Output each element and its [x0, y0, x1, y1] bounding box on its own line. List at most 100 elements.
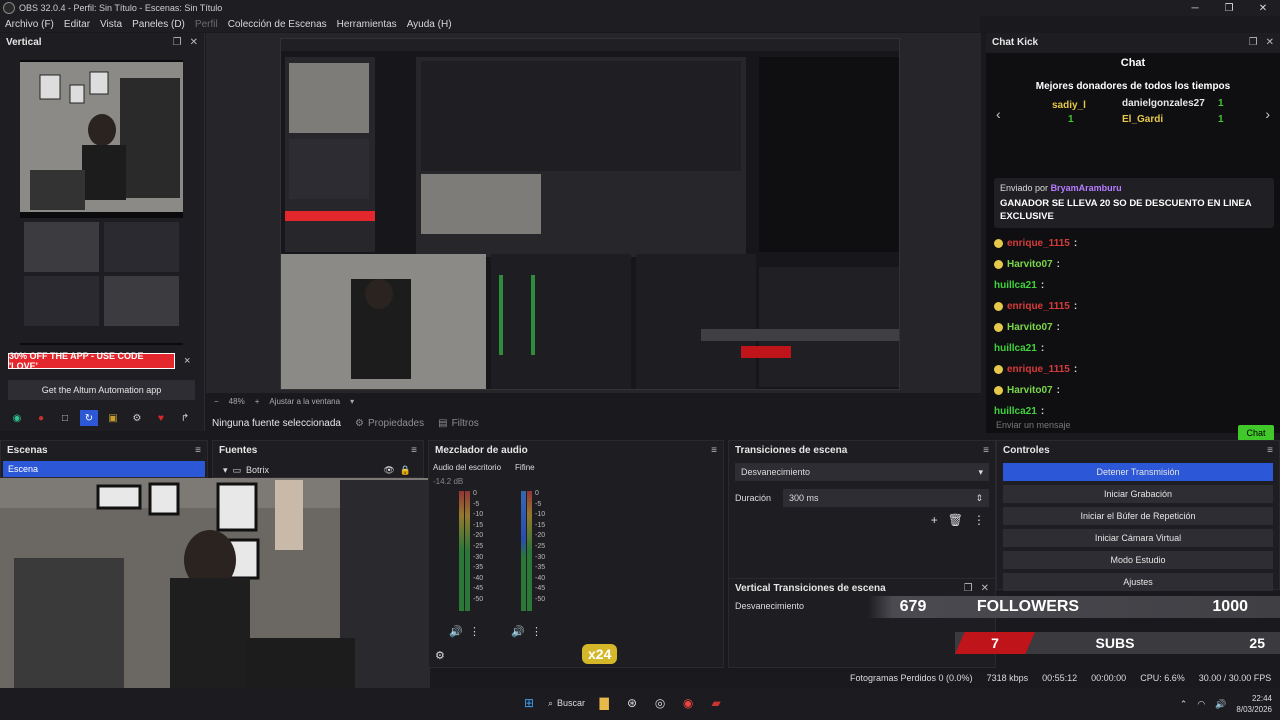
chat-user[interactable]: huillca21	[994, 280, 1037, 291]
record-icon[interactable]: ●	[32, 410, 50, 426]
chat-user[interactable]: Harvito07	[1007, 259, 1053, 270]
menu-coleccion[interactable]: Colección de Escenas	[223, 19, 332, 30]
promo-banner[interactable]: 30% OFF THE APP - USE CODE 'LOVE'	[8, 351, 175, 371]
chat-send-button[interactable]: Chat	[1238, 425, 1274, 441]
chat-user[interactable]: huillca21	[994, 343, 1037, 354]
chevron-right-icon[interactable]: ›	[1265, 106, 1270, 122]
transition-value: Desvanecimiento	[741, 467, 811, 477]
float-icon[interactable]: ❐	[964, 583, 973, 594]
stream-icon[interactable]: ◉	[8, 410, 26, 426]
chat-text: :	[1040, 343, 1045, 354]
volume-icon[interactable]: 🔊	[1215, 699, 1226, 710]
replay-buffer-button[interactable]: Iniciar el Búfer de Repetición	[1003, 507, 1273, 525]
menu-editar[interactable]: Editar	[59, 19, 95, 30]
chevron-down-icon[interactable]: ▾	[350, 397, 354, 406]
virtual-camera-button[interactable]: Iniciar Cámara Virtual	[1003, 529, 1273, 547]
obs-icon[interactable]: ◎	[651, 694, 669, 712]
chat-user[interactable]: Harvito07	[1007, 322, 1053, 333]
scenes-dock: Escenas ≡ Escena	[0, 440, 208, 478]
vertical-preview[interactable]	[20, 60, 183, 345]
kebab-icon[interactable]: ⋮	[973, 513, 985, 527]
menu-icon[interactable]: ≡	[195, 445, 201, 456]
stop-stream-button[interactable]: Detener Transmisión	[1003, 463, 1273, 481]
maximize-icon[interactable]: ❐	[1212, 0, 1246, 16]
windows-start-icon[interactable]: ⊞	[520, 694, 538, 712]
properties-button[interactable]: ⚙ Propiedades	[355, 418, 424, 429]
zoom-in-icon[interactable]: +	[255, 397, 260, 406]
speaker-icon[interactable]: 🔊	[511, 625, 525, 638]
chat-user[interactable]: enrique_1115	[1007, 301, 1070, 312]
search-label: Buscar	[557, 698, 586, 708]
clock[interactable]: 22:44 8/03/2026	[1236, 693, 1272, 715]
float-icon[interactable]: ❐	[173, 37, 182, 48]
vtransition-value[interactable]: Desvanecimiento	[735, 601, 804, 611]
fit-label[interactable]: Ajustar a la ventana	[269, 397, 340, 406]
menu-icon[interactable]: ≡	[983, 445, 989, 456]
zoom-out-icon[interactable]: −	[214, 397, 219, 406]
donor-2-count: 1	[1218, 98, 1224, 109]
close-dock-icon[interactable]: ✕	[981, 583, 989, 594]
app-icon[interactable]: ▰	[707, 694, 725, 712]
badge-icon	[994, 302, 1003, 311]
chat-user[interactable]: huillca21	[994, 406, 1037, 417]
chatgpt-icon[interactable]: ⊛	[623, 694, 641, 712]
chat-input[interactable]: Enviar un mensaje	[996, 420, 1136, 436]
menu-icon[interactable]: ≡	[411, 445, 417, 456]
wifi-icon[interactable]: ◠	[1197, 699, 1205, 710]
menu-icon[interactable]: ≡	[1267, 445, 1273, 456]
source-item[interactable]: ▾ ▭ Botrix 👁 🔒	[213, 462, 423, 478]
gear-icon[interactable]: ⚙	[435, 649, 445, 662]
chevron-left-icon[interactable]: ‹	[996, 106, 1001, 122]
main-preview[interactable]	[206, 33, 981, 393]
menu-paneles[interactable]: Paneles (D)	[127, 19, 190, 30]
scene-item[interactable]: Escena	[3, 461, 205, 477]
menu-archivo[interactable]: Archivo (F)	[0, 19, 59, 30]
eye-icon[interactable]: 👁	[383, 465, 394, 476]
replay-icon[interactable]: ↻	[80, 410, 98, 426]
close-dock-icon[interactable]: ✕	[1266, 37, 1274, 48]
add-icon[interactable]: +	[931, 513, 938, 527]
title-bar: OBS 32.0.4 - Perfil: Sin Título - Escena…	[0, 0, 1280, 16]
menu-bar: Archivo (F) Editar Vista Paneles (D) Per…	[0, 16, 980, 32]
start-recording-button[interactable]: Iniciar Grabación	[1003, 485, 1273, 503]
search-button[interactable]: ⌕ Buscar	[548, 698, 585, 709]
lock-icon[interactable]: 🔒	[400, 465, 411, 476]
promo-close-icon[interactable]: ×	[184, 355, 190, 367]
filters-button[interactable]: ▤ Filtros	[438, 418, 479, 429]
chat-user[interactable]: enrique_1115	[1007, 238, 1070, 249]
menu-herramientas[interactable]: Herramientas	[332, 19, 402, 30]
speaker-icon[interactable]: 🔊	[449, 625, 463, 638]
menu-vista[interactable]: Vista	[95, 19, 127, 30]
dropdown-icon[interactable]: ↱	[176, 410, 194, 426]
vertical-title: Vertical	[6, 36, 42, 48]
vertical-transitions-dock: Vertical Transiciones de escena ❐ ✕ Desva…	[728, 578, 996, 668]
chrome-icon[interactable]: ◉	[679, 694, 697, 712]
transition-select[interactable]: Desvanecimiento ▾	[735, 463, 989, 481]
search-icon: ⌕	[548, 697, 554, 708]
close-icon[interactable]: ✕	[1246, 0, 1280, 16]
tray-chevron-icon[interactable]: ⌃	[1180, 699, 1188, 710]
chat-user[interactable]: Harvito07	[1007, 385, 1053, 396]
minimize-icon[interactable]: ─	[1178, 0, 1212, 16]
float-icon[interactable]: ❐	[1249, 37, 1258, 48]
heart-icon[interactable]: ♥	[152, 410, 170, 426]
close-dock-icon[interactable]: ✕	[190, 37, 198, 48]
stop-icon[interactable]: □	[56, 410, 74, 426]
expand-icon[interactable]: ▾	[223, 465, 228, 476]
duration-field[interactable]: 300 ms ⇕	[783, 489, 989, 507]
menu-perfil[interactable]: Perfil	[190, 19, 223, 30]
preview-canvas[interactable]	[280, 38, 900, 390]
altum-button[interactable]: Get the Altum Automation app	[8, 380, 195, 400]
chat-user[interactable]: enrique_1115	[1007, 364, 1070, 375]
settings-button[interactable]: Ajustes	[1003, 573, 1273, 591]
folder-icon[interactable]: ▇	[595, 694, 613, 712]
backtrack-icon[interactable]: ▣	[104, 410, 122, 426]
kebab-icon[interactable]: ⋮	[469, 625, 480, 638]
trash-icon[interactable]: 🗑	[948, 513, 963, 527]
kebab-icon[interactable]: ⋮	[531, 625, 542, 638]
pinned-text: GANADOR SE LLEVA 20 SO DE DESCUENTO EN L…	[1000, 198, 1252, 222]
menu-ayuda[interactable]: Ayuda (H)	[402, 19, 457, 30]
studio-mode-button[interactable]: Modo Estudio	[1003, 551, 1273, 569]
menu-icon[interactable]: ≡	[711, 445, 717, 456]
settings-icon[interactable]: ⚙	[128, 410, 146, 426]
